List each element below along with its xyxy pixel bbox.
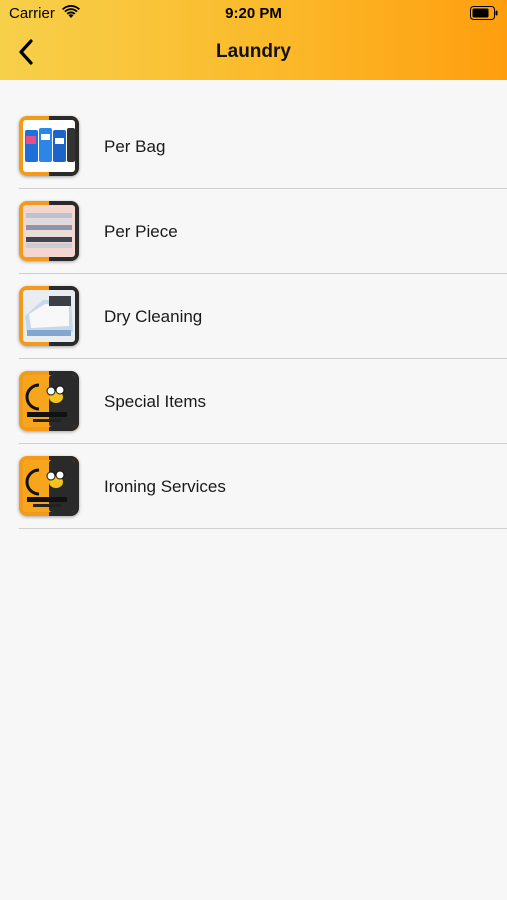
folded-clothes-image — [19, 201, 79, 261]
list-item-label: Dry Cleaning — [104, 307, 203, 326]
list-item-label: Per Piece — [104, 222, 178, 241]
list-item-ironing-services[interactable]: Ironing Services — [0, 444, 507, 529]
dry-cleaning-clothes-image — [19, 286, 79, 346]
list-item-dry-cleaning[interactable]: Dry Cleaning — [0, 274, 507, 359]
list-item-per-piece[interactable]: Per Piece — [0, 189, 507, 274]
page-title: Laundry — [216, 41, 291, 62]
laundry-bags-image — [19, 116, 79, 176]
battery-icon — [470, 6, 498, 20]
list-item-label: Ironing Services — [104, 477, 226, 496]
list-item-per-bag[interactable]: Per Bag — [0, 104, 507, 189]
service-list: Per Bag Per Piece Dry Cleaning Special I… — [0, 104, 507, 529]
status-bar: Carrier 9:20 PM — [0, 0, 507, 28]
header: Carrier 9:20 PM Laundry — [0, 0, 507, 80]
busybee-logo-image — [19, 371, 79, 431]
clock: 9:20 PM — [225, 5, 282, 22]
navigation-bar: Laundry — [0, 28, 507, 80]
divider — [19, 528, 507, 529]
list-item-special-items[interactable]: Special Items — [0, 359, 507, 444]
busybee-logo-image — [19, 456, 79, 516]
list-item-label: Special Items — [104, 392, 207, 411]
list-item-label: Per Bag — [104, 137, 166, 156]
